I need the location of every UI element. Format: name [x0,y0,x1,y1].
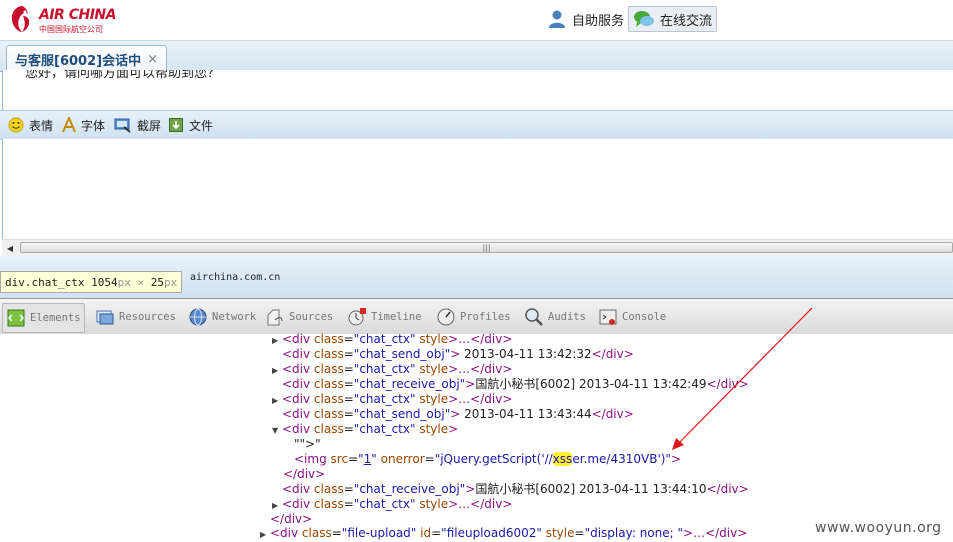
tab-elements-label: Elements [30,312,81,324]
expand-arrow-icon[interactable]: ▶ [272,363,278,378]
tab-timeline-label: Timeline [371,311,422,323]
sources-icon [267,309,283,326]
gauge-icon [437,308,455,326]
dom-node[interactable]: <div class="chat_send_obj"> 2013-04-11 1… [272,347,634,362]
expand-arrow-icon[interactable]: ▶ [260,527,266,542]
logo-text: AIR CHINA [39,7,116,23]
dom-node[interactable]: ▶ <div class="chat_ctx" style>…</div> [272,362,512,377]
scroll-left-arrow-icon[interactable]: ◀ [2,240,18,256]
logo-subtitle: 中国国际航空公司 [39,25,103,34]
tooltip-height: 25 [150,275,164,289]
online-chat-button[interactable]: 在线交流 [628,6,718,32]
globe-icon [189,308,207,326]
chat-message: 您好，请问哪方面可以帮助到您？ [25,70,221,81]
tab-audits-label: Audits [548,311,586,323]
tooltip-unit-h: px [163,275,178,289]
tab-resources[interactable]: Resources [92,303,179,331]
chat-message-area: 您好，请问哪方面可以帮助到您？ [2,70,953,110]
tab-sources-label: Sources [289,311,334,323]
tooltip-tag: div.chat_ctx [5,275,85,289]
dom-node[interactable]: <div class="chat_send_obj"> 2013-04-11 1… [272,407,634,422]
tab-network-label: Network [212,311,257,323]
close-icon[interactable]: × [147,52,158,67]
smiley-icon [8,117,24,133]
dom-node[interactable]: ▼ <div class="chat_ctx" style> [272,422,458,437]
file-label: 文件 [189,118,214,133]
tab-sources[interactable]: Sources [262,303,336,331]
xss-highlight: xss [552,452,573,466]
tab-resources-label: Resources [119,311,176,323]
phoenix-logo-icon [11,6,30,32]
chat-tab-bar: 与客服[6002]会话中 × [0,40,953,72]
domain-text: airchina.com.cn [190,272,281,283]
devtools-toolbar: Elements Resources Network Sources Timel… [0,298,953,336]
expand-arrow-icon[interactable]: ▶ [272,333,278,348]
tab-customer-service-session[interactable]: 与客服[6002]会话中 × [6,45,167,72]
emoji-label: 表情 [29,118,54,133]
file-button[interactable]: 文件 [168,116,213,134]
screenshot-label: 截屏 [137,118,162,133]
stopwatch-icon [348,308,366,326]
message-input[interactable] [2,139,953,239]
online-chat-label: 在线交流 [660,13,713,29]
chat-bubble-icon [634,11,654,27]
dom-node[interactable]: ▶ <div class="chat_ctx" style>…</div> [272,392,512,407]
font-a-icon [62,117,76,133]
dom-close-tag: </div> [270,512,313,526]
tooltip-width: 1054 [91,275,118,289]
self-service-button[interactable]: 自助服务 [543,6,628,32]
emoji-button[interactable]: 表情 [8,116,53,134]
dom-node[interactable]: <div class="chat_receive_obj">国航小秘书[6002… [272,377,749,392]
file-upload-icon [169,118,183,132]
tab-network[interactable]: Network [185,303,259,331]
user-icon [549,10,565,28]
horizontal-scrollbar[interactable]: ◀ ||| [2,239,953,257]
self-service-label: 自助服务 [572,13,625,29]
chat-toolbar: 表情 字体 截屏 文件 [0,110,953,140]
tooltip-separator: × [137,275,145,289]
tab-audits[interactable]: Audits [521,303,589,331]
dom-img-node[interactable]: <img src="1" onerror="jQuery.getScript('… [294,452,681,467]
tab-profiles-label: Profiles [460,311,511,323]
dom-node[interactable]: <div class="chat_receive_obj">国航小秘书[6002… [272,482,749,497]
tab-label: 与客服[6002]会话中 [15,53,142,69]
tooltip-unit-w: px [117,275,131,289]
air-china-logo[interactable]: AIR CHINA 中国国际航空公司 [8,4,128,36]
tab-console[interactable]: Console [595,303,669,331]
magnifier-icon [525,308,543,326]
tab-console-label: Console [622,311,667,323]
font-label: 字体 [81,118,106,133]
inspect-element-tooltip: div.chat_ctx 1054 px × 25 px [0,271,183,293]
tab-profiles[interactable]: Profiles [433,303,514,331]
dom-close-tag: </div> [283,467,326,481]
dom-text-node[interactable]: "">" [294,437,321,452]
font-button[interactable]: 字体 [62,116,105,134]
dom-node-selected[interactable]: ▶ <div class="chat_ctx" style>…</div> [272,497,512,512]
collapse-arrow-icon[interactable]: ▼ [272,423,278,438]
watermark: www.wooyun.org [815,520,942,536]
resources-icon [96,310,114,325]
screenshot-button[interactable]: 截屏 [114,116,161,134]
header: AIR CHINA 中国国际航空公司 自助服务 在线交流 [0,0,953,40]
dom-node[interactable]: ▶ <div class="chat_ctx" style>…</div> [272,332,512,347]
grip-icon: ||| [482,243,491,252]
expand-arrow-icon[interactable]: ▶ [272,393,278,408]
screenshot-icon [114,118,131,133]
elements-icon [7,309,25,327]
tab-timeline[interactable]: Timeline [344,303,425,331]
tab-elements[interactable]: Elements [2,303,85,333]
console-icon [599,309,617,325]
scrollbar-thumb[interactable]: ||| [20,242,953,253]
expand-arrow-icon[interactable]: ▶ [272,498,278,513]
